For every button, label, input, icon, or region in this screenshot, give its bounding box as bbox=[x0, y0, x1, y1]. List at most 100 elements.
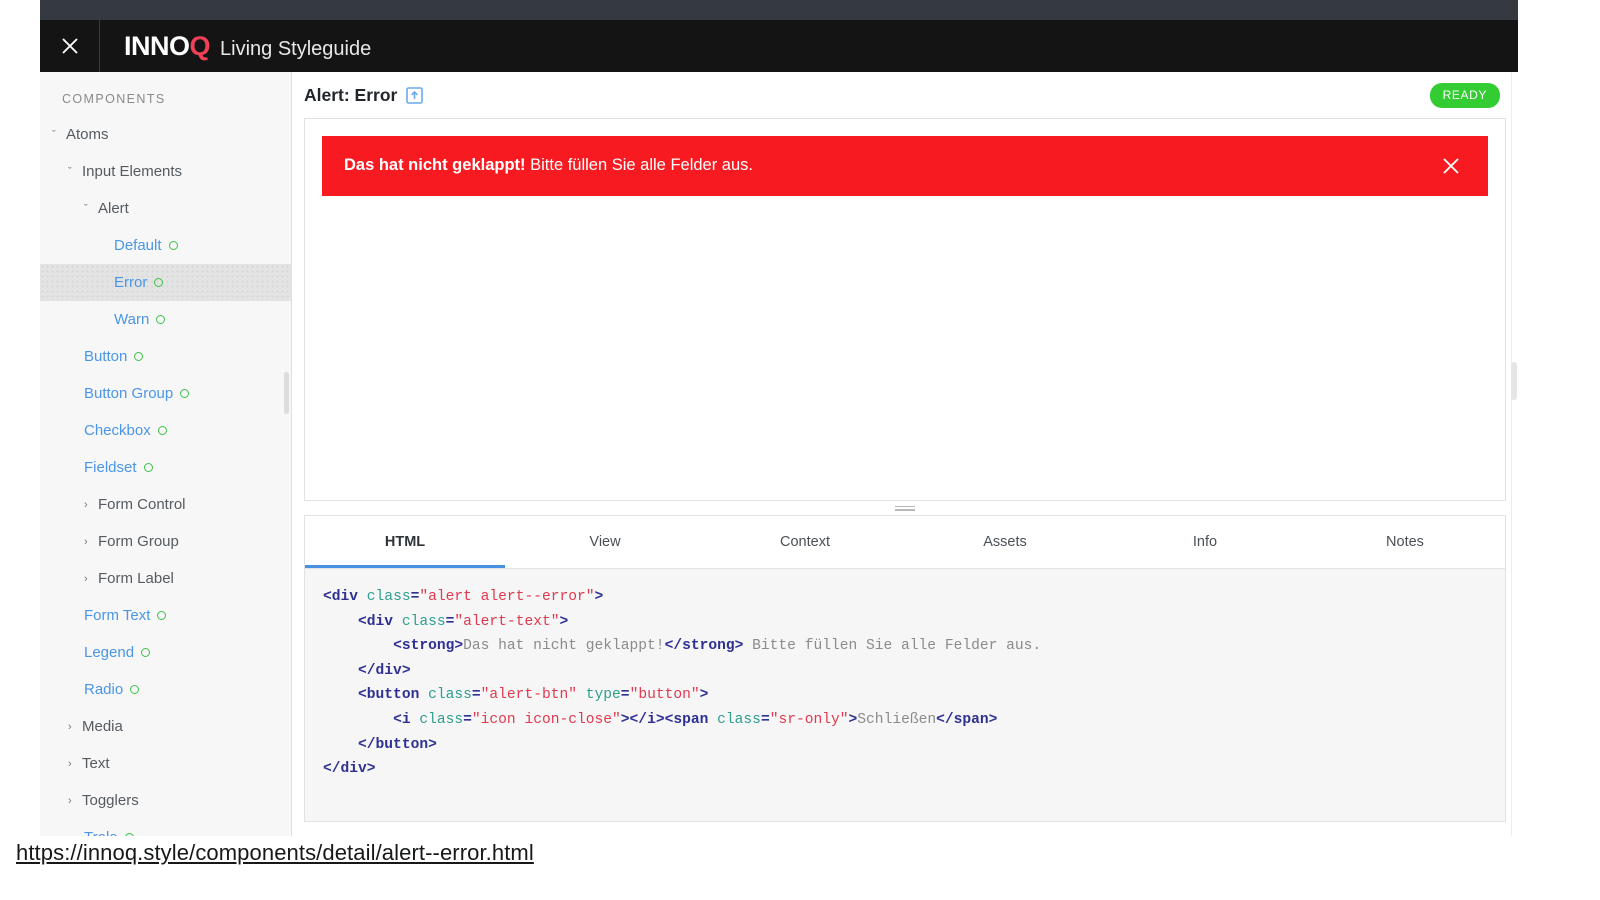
sidebar-item-form-label[interactable]: › Form Label bbox=[40, 560, 291, 597]
sidebar-item-default[interactable]: Default bbox=[40, 227, 291, 264]
code-token-tag: </div> bbox=[323, 761, 376, 778]
code-token-tag: <i bbox=[393, 711, 420, 728]
open-in-new-icon[interactable] bbox=[406, 86, 424, 104]
window-scrollbar-track[interactable] bbox=[1511, 72, 1517, 836]
close-icon bbox=[1443, 158, 1459, 174]
sidebar-item-fieldset[interactable]: Fieldset bbox=[40, 449, 291, 486]
status-dot-icon bbox=[124, 833, 134, 836]
code-block: <div class="alert alert--error"> <div cl… bbox=[323, 585, 1487, 782]
chevron-right-icon[interactable]: › bbox=[84, 536, 96, 548]
status-dot-icon bbox=[134, 352, 144, 361]
status-dot-icon bbox=[130, 685, 140, 694]
sidebar-item-label: Media bbox=[82, 718, 123, 735]
tab-assets[interactable]: Assets bbox=[905, 516, 1105, 568]
chevron-down-icon[interactable]: ˇ bbox=[68, 166, 80, 178]
status-dot-icon bbox=[154, 278, 164, 287]
code-token-tag: <div bbox=[358, 613, 402, 630]
sidebar-item-atoms[interactable]: ˇ Atoms bbox=[40, 116, 291, 153]
code-token-val: "button" bbox=[629, 687, 700, 704]
brand-logo-main: INNO bbox=[124, 30, 190, 61]
sidebar-item-error[interactable]: Error bbox=[40, 264, 291, 301]
sidebar-item-label: Alert bbox=[98, 200, 129, 217]
sidebar-item-legend[interactable]: Legend bbox=[40, 634, 291, 671]
window-scrollbar-thumb[interactable] bbox=[1511, 362, 1517, 400]
sidebar-item-form-control[interactable]: › Form Control bbox=[40, 486, 291, 523]
sidebar-item-label: Default bbox=[114, 237, 162, 254]
sidebar-item-label: Button Group bbox=[84, 385, 174, 402]
sidebar-item-button[interactable]: Button bbox=[40, 338, 291, 375]
browser-window: INNOQ Living Styleguide COMPONENTS ˇ Atom… bbox=[40, 0, 1518, 836]
chevron-right-icon[interactable]: › bbox=[84, 499, 96, 511]
code-token-tag: = bbox=[620, 687, 630, 704]
sidebar-item-label: Form Label bbox=[98, 570, 174, 587]
tab-view[interactable]: View bbox=[505, 516, 705, 568]
status-dot-icon bbox=[157, 426, 167, 435]
brand-subtitle: Living Styleguide bbox=[220, 37, 372, 60]
sidebar-item-label: Text bbox=[82, 755, 110, 772]
status-dot-icon bbox=[168, 241, 178, 250]
sidebar-item-checkbox[interactable]: Checkbox bbox=[40, 412, 291, 449]
sidebar-item-form-text[interactable]: Form Text bbox=[40, 597, 291, 634]
sidebar-item-form-group[interactable]: › Form Group bbox=[40, 523, 291, 560]
sidebar-item-label: Togglers bbox=[82, 792, 139, 809]
chevron-right-icon[interactable]: › bbox=[84, 573, 96, 585]
brand[interactable]: INNOQ Living Styleguide bbox=[100, 30, 372, 61]
sidebar-item-media[interactable]: › Media bbox=[40, 708, 291, 745]
chevron-down-icon[interactable]: ˇ bbox=[52, 129, 64, 141]
sidebar-item-text[interactable]: › Text bbox=[40, 745, 291, 782]
code-token-attr: class bbox=[717, 711, 761, 728]
alert-text: Das hat nicht geklappt! Bitte füllen Sie… bbox=[344, 155, 1436, 176]
chevron-right-icon[interactable]: › bbox=[68, 758, 80, 770]
sidebar-item-input-elements[interactable]: ˇ Input Elements bbox=[40, 153, 291, 190]
code-token-txt: Schließen bbox=[857, 711, 937, 728]
code-token-tag: = bbox=[463, 711, 472, 728]
sidebar-item-label: Form Text bbox=[84, 607, 151, 624]
tab-html[interactable]: HTML bbox=[305, 516, 505, 568]
tab-label: Assets bbox=[983, 534, 1027, 550]
sidebar-item-togglers[interactable]: › Togglers bbox=[40, 782, 291, 819]
sidebar-item-label: Error bbox=[114, 274, 148, 291]
code-token-tag: </div> bbox=[358, 662, 411, 679]
sidebar-item-label: Input Elements bbox=[82, 163, 183, 180]
sidebar-item-label: Trolo bbox=[84, 829, 118, 836]
sidebar-item-radio[interactable]: Radio bbox=[40, 671, 291, 708]
sidebar-item-label: Button bbox=[84, 348, 128, 365]
chevron-down-icon[interactable]: ˇ bbox=[84, 203, 96, 215]
tab-context[interactable]: Context bbox=[705, 516, 905, 568]
code-token-tag: <button bbox=[358, 687, 429, 704]
app-body: COMPONENTS ˇ Atoms ˇ Input Elements ˇ Alert De… bbox=[40, 72, 1518, 836]
tab-notes[interactable]: Notes bbox=[1305, 516, 1505, 568]
panel-resize-handle[interactable] bbox=[292, 501, 1518, 515]
code-token-attr: type bbox=[585, 687, 621, 704]
chevron-right-icon[interactable]: › bbox=[68, 795, 80, 807]
code-token-val: "sr-only" bbox=[769, 711, 849, 728]
tab-list: HTML View Context Assets Info Notes bbox=[305, 516, 1505, 568]
status-dot-icon bbox=[141, 648, 151, 657]
sidebar-item-trolo[interactable]: Trolo bbox=[40, 819, 291, 836]
code-token-tag: = bbox=[471, 687, 481, 704]
alert-close-button[interactable] bbox=[1436, 155, 1466, 177]
code-token-txt: Das hat nicht geklappt! bbox=[463, 638, 665, 655]
tabs-container: HTML View Context Assets Info Notes bbox=[304, 515, 1506, 568]
chevron-right-icon[interactable]: › bbox=[68, 721, 80, 733]
main-header: Alert: Error READY bbox=[292, 72, 1518, 118]
tab-info[interactable]: Info bbox=[1105, 516, 1305, 568]
tab-label: View bbox=[589, 534, 621, 550]
sidebar-item-label: Warn bbox=[114, 311, 150, 328]
status-bar-url[interactable]: https://innoq.style/components/detail/al… bbox=[16, 840, 534, 866]
sidebar: COMPONENTS ˇ Atoms ˇ Input Elements ˇ Alert De… bbox=[40, 72, 292, 836]
sidebar-scrollbar-thumb[interactable] bbox=[284, 372, 289, 414]
close-button[interactable] bbox=[40, 20, 100, 72]
sidebar-item-alert[interactable]: ˇ Alert bbox=[40, 190, 291, 227]
sidebar-item-label: Fieldset bbox=[84, 459, 137, 476]
drag-handle-bars bbox=[895, 505, 915, 511]
code-token-tag: = bbox=[760, 711, 770, 728]
sidebar-scroll-area[interactable]: COMPONENTS ˇ Atoms ˇ Input Elements ˇ Alert De… bbox=[40, 72, 291, 836]
sidebar-item-button-group[interactable]: Button Group bbox=[40, 375, 291, 412]
code-panel[interactable]: <div class="alert alert--error"> <div cl… bbox=[304, 568, 1506, 822]
sidebar-item-warn[interactable]: Warn bbox=[40, 301, 291, 338]
